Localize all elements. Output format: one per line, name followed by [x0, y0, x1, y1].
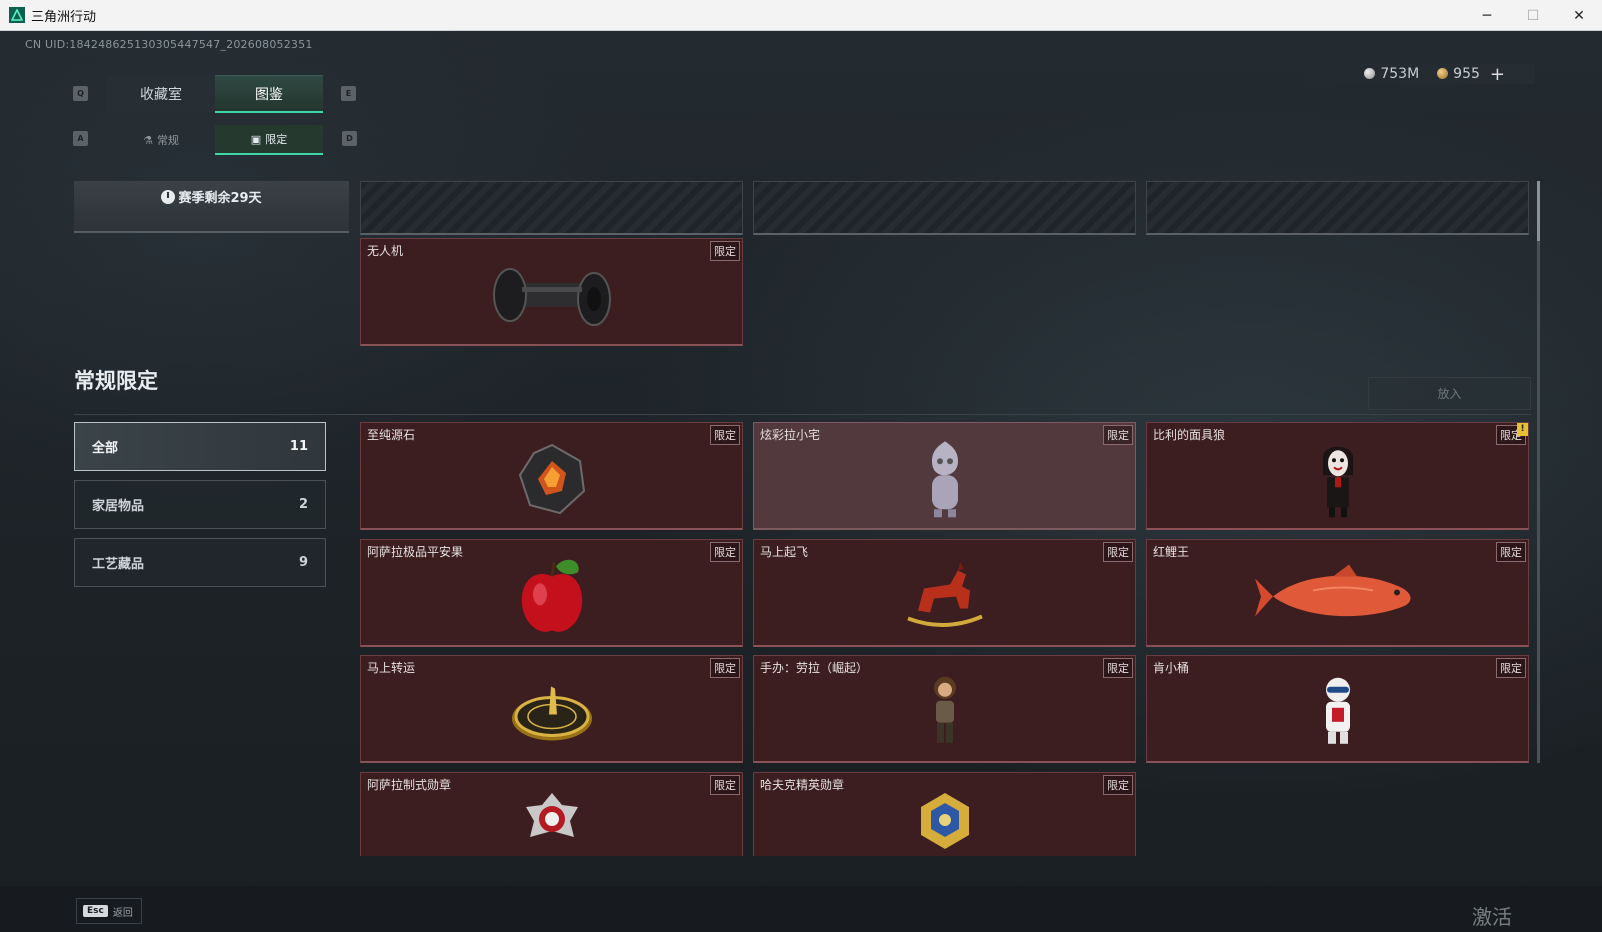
close-icon: ✕	[1573, 7, 1585, 24]
window-titlebar: 三角洲行动 ─ ☐ ✕	[0, 0, 1602, 31]
picture-icon: ▣	[250, 132, 262, 146]
empty-slot[interactable]	[1146, 181, 1529, 235]
clock-icon	[161, 190, 176, 204]
limited-badge: 限定	[1103, 542, 1133, 562]
user-uid: CN UID:18424862513030544754​7_2026080523…	[25, 38, 313, 51]
scrollbar-track[interactable]	[1537, 181, 1540, 763]
limited-badge: 限定	[1103, 425, 1133, 445]
season-remaining: 赛季剩余29天	[74, 187, 349, 206]
footer-bar	[0, 886, 1602, 932]
limited-badge: 限定	[1103, 775, 1133, 795]
subtab-limited[interactable]: ▣ 限定	[215, 125, 323, 155]
filter-craft-collectibles[interactable]: 工艺藏品 9	[74, 538, 326, 587]
filter-home-items[interactable]: 家居物品 2	[74, 480, 326, 529]
medal-gold-icon	[915, 791, 975, 856]
add-currency-button[interactable]: +	[1490, 64, 1505, 85]
scrollbar-thumb[interactable]	[1537, 181, 1540, 241]
item-card[interactable]: 炫彩拉小宅 限定	[753, 422, 1136, 530]
limited-badge: 限定	[1496, 658, 1526, 678]
key-hint-e: E	[341, 86, 356, 101]
key-hint-a: A	[73, 131, 88, 146]
subtab-regular[interactable]: ⚗ 常规	[107, 125, 215, 155]
filter-all[interactable]: 全部 11	[74, 422, 326, 471]
empty-slot[interactable]	[360, 181, 743, 235]
tab-collection-room[interactable]: 收藏室	[107, 75, 215, 113]
limited-badge: 限定	[710, 542, 740, 562]
item-card[interactable]: 哈夫克精英勋章 限定	[753, 772, 1136, 856]
esc-key-hint: Esc	[83, 905, 108, 917]
close-button[interactable]: ✕	[1556, 0, 1602, 31]
limited-badge: 限定	[710, 775, 740, 795]
window-title: 三角洲行动	[31, 9, 97, 25]
puppet-mask-icon	[1313, 437, 1363, 525]
figure-lara-icon	[923, 673, 967, 753]
rocking-horse-icon	[900, 560, 990, 634]
silver-coin-icon	[1364, 68, 1376, 79]
item-card[interactable]: 比利的面具狼 限定 !	[1146, 422, 1529, 530]
gold-currency: 955	[1437, 66, 1480, 82]
drone-tread-icon	[482, 255, 622, 339]
minimize-icon: ─	[1482, 7, 1492, 24]
item-card[interactable]: 阿萨拉极品平安果 限定	[360, 539, 743, 647]
doll-figure-icon	[920, 437, 970, 525]
item-name: 无人机	[367, 244, 404, 258]
key-hint-q: Q	[73, 86, 88, 101]
maximize-icon: ☐	[1526, 7, 1540, 24]
bucket-mascot-icon	[1314, 673, 1362, 753]
item-card[interactable]: 阿萨拉制式勋章 限定	[360, 772, 743, 856]
gold-compass-icon	[507, 676, 597, 750]
item-card[interactable]: 手办：劳拉（崛起） 限定	[753, 655, 1136, 763]
medal-red-icon	[522, 791, 582, 856]
key-hint-d: D	[342, 131, 357, 146]
apple-icon	[512, 554, 592, 642]
season-panel: 赛季剩余29天	[74, 181, 349, 233]
silver-currency: 753M	[1364, 66, 1419, 82]
carp-fish-icon	[1253, 560, 1423, 634]
ore-crystal-icon	[512, 439, 592, 523]
warning-badge: !	[1517, 423, 1528, 436]
limited-badge: 限定	[1496, 542, 1526, 562]
back-button[interactable]: Esc 返回	[76, 898, 142, 924]
item-card-drone[interactable]: 无人机 限定	[360, 238, 743, 346]
item-card[interactable]: 马上起飞 限定	[753, 539, 1136, 647]
windows-activation-watermark: 激活 Windows	[1472, 905, 1561, 932]
flask-icon: ⚗	[143, 133, 153, 147]
section-divider	[74, 414, 1531, 415]
item-card[interactable]: 红鲤王 限定	[1146, 539, 1529, 647]
limited-badge: 限定	[710, 425, 740, 445]
section-title: 常规限定	[74, 369, 158, 393]
limited-badge: 限定	[710, 658, 740, 678]
item-card[interactable]: 马上转运 限定	[360, 655, 743, 763]
put-in-button[interactable]: 放入	[1368, 377, 1531, 410]
maximize-button[interactable]: ☐	[1510, 0, 1556, 31]
delta-logo-icon	[9, 7, 25, 23]
tab-catalog[interactable]: 图鉴	[215, 75, 323, 113]
gold-coin-icon	[1437, 68, 1449, 79]
item-card[interactable]: 至纯源石 限定	[360, 422, 743, 530]
limited-badge: 限定	[710, 241, 740, 261]
empty-slot[interactable]	[753, 181, 1136, 235]
currency-bar: 753M 955 +	[1305, 64, 1535, 85]
collection-page: CN UID:18424862513030544754​7_2026080523…	[0, 31, 1602, 932]
item-card[interactable]: 肯小桶 限定	[1146, 655, 1529, 763]
limited-badge: 限定	[1103, 658, 1133, 678]
minimize-button[interactable]: ─	[1464, 0, 1510, 31]
